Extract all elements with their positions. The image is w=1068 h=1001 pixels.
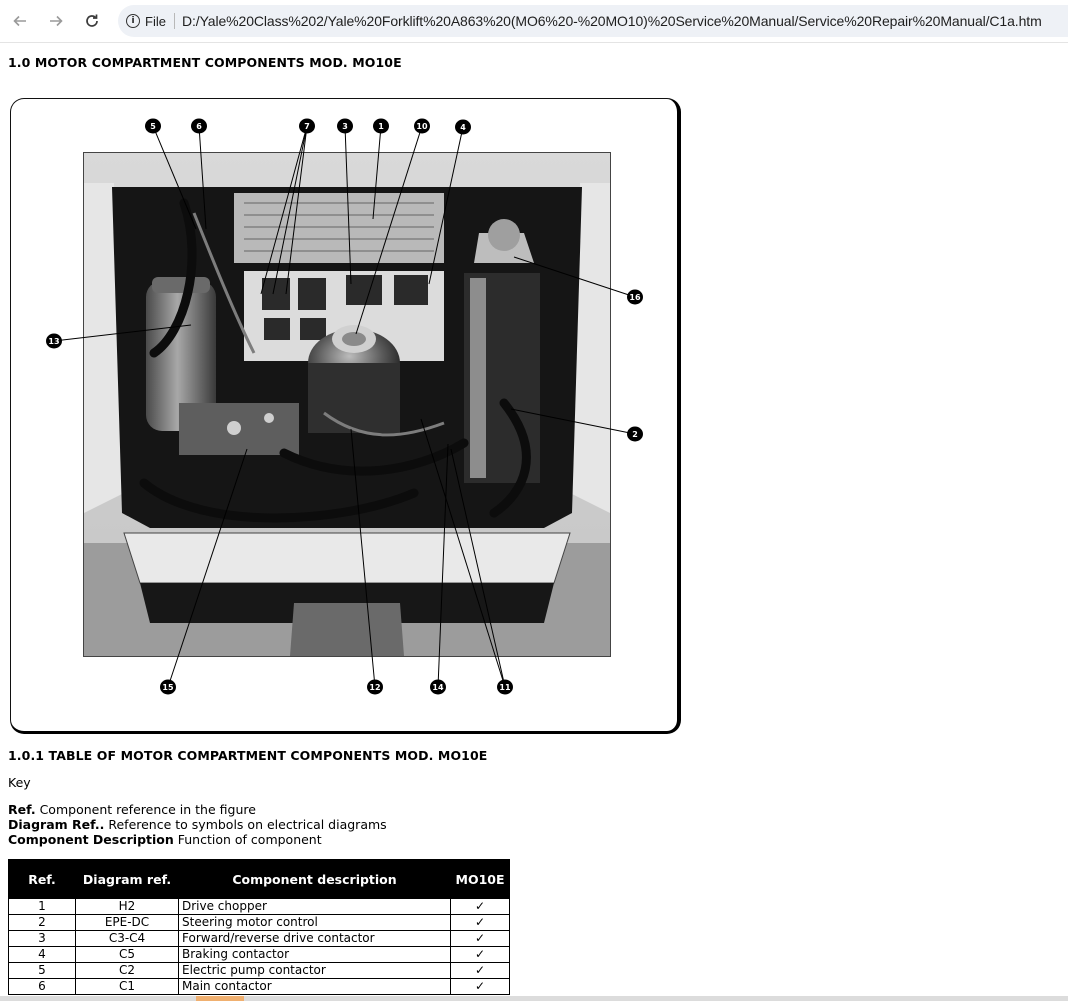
callout-2: 2 — [632, 430, 638, 439]
info-icon: i — [126, 14, 140, 28]
table-row: 2 EPE-DC Steering motor control ✓ — [8, 914, 510, 931]
cell-ref: 1 — [8, 898, 76, 915]
figure-frame: 5 6 7 3 1 10 4 16 13 2 15 12 14 11 — [10, 98, 681, 734]
check-icon: ✓ — [450, 946, 510, 963]
cell-diagram: H2 — [75, 898, 179, 915]
horizontal-scrollbar[interactable] — [0, 996, 1068, 1001]
key-definitions: Ref. Component reference in the figure D… — [8, 802, 387, 847]
check-icon: ✓ — [450, 930, 510, 947]
key-label: Key — [8, 775, 31, 790]
callout-3: 3 — [342, 122, 348, 131]
cell-ref: 2 — [8, 914, 76, 931]
arrow-left-icon — [13, 15, 26, 27]
cell-ref: 4 — [8, 946, 76, 963]
cell-ref: 3 — [8, 930, 76, 947]
table-row: 3 C3-C4 Forward/reverse drive contactor … — [8, 930, 510, 947]
cell-description: Drive chopper — [178, 898, 451, 915]
cell-diagram: C1 — [75, 978, 179, 995]
callout-6: 6 — [196, 122, 202, 131]
header-diagram-ref: Diagram ref. — [75, 859, 179, 899]
check-icon: ✓ — [450, 914, 510, 931]
callout-badges — [46, 118, 643, 695]
scheme-label: File — [145, 13, 166, 29]
browser-toolbar: i File D:/Yale%20Class%202/Yale%20Forkli… — [0, 0, 1068, 43]
callout-overlay: 5 6 7 3 1 10 4 16 13 2 15 12 14 11 — [46, 118, 643, 695]
arrow-right-icon — [50, 15, 63, 27]
definition-text: Function of component — [173, 832, 322, 847]
check-icon: ✓ — [450, 962, 510, 979]
cell-description: Main contactor — [178, 978, 451, 995]
address-bar[interactable]: i File D:/Yale%20Class%202/Yale%20Forkli… — [118, 5, 1068, 37]
definition-term: Diagram Ref.. — [8, 817, 105, 832]
cell-diagram: EPE-DC — [75, 914, 179, 931]
cell-diagram: C3-C4 — [75, 930, 179, 947]
check-icon: ✓ — [450, 898, 510, 915]
cell-description: Forward/reverse drive contactor — [178, 930, 451, 947]
header-ref: Ref. — [8, 859, 76, 899]
callout-12: 12 — [369, 683, 380, 692]
header-model: MO10E — [450, 859, 510, 899]
cell-ref: 6 — [8, 978, 76, 995]
table-row: 4 C5 Braking contactor ✓ — [8, 946, 510, 963]
reload-icon — [86, 14, 98, 27]
table-row: 6 C1 Main contactor ✓ — [8, 978, 510, 995]
callout-14: 14 — [432, 683, 444, 692]
definition-description: Component Description Function of compon… — [8, 832, 387, 847]
components-table: Ref. Diagram ref. Component description … — [8, 859, 510, 995]
callout-7: 7 — [304, 122, 310, 131]
cell-ref: 5 — [8, 962, 76, 979]
forward-button[interactable] — [44, 9, 68, 33]
definition-term: Ref. — [8, 802, 36, 817]
scrollbar-thumb[interactable] — [196, 996, 244, 1001]
header-description: Component description — [178, 859, 451, 899]
definition-text: Reference to symbols on electrical diagr… — [104, 817, 387, 832]
reload-button[interactable] — [80, 9, 104, 33]
chip-divider — [174, 13, 175, 29]
cell-diagram: C2 — [75, 962, 179, 979]
callout-15: 15 — [162, 683, 174, 692]
table-header-row: Ref. Diagram ref. Component description … — [8, 859, 510, 899]
table-title: 1.0.1 TABLE OF MOTOR COMPARTMENT COMPONE… — [8, 748, 488, 763]
page-title: 1.0 MOTOR COMPARTMENT COMPONENTS MOD. MO… — [8, 55, 402, 70]
cell-diagram: C5 — [75, 946, 179, 963]
cell-description: Braking contactor — [178, 946, 451, 963]
definition-ref: Ref. Component reference in the figure — [8, 802, 387, 817]
callout-5: 5 — [150, 122, 156, 131]
site-info-chip[interactable]: i File — [126, 9, 166, 33]
callout-1: 1 — [378, 122, 384, 131]
table-row: 1 H2 Drive chopper ✓ — [8, 898, 510, 915]
callout-13: 13 — [48, 337, 59, 346]
callout-16: 16 — [629, 293, 641, 302]
definition-diagram-ref: Diagram Ref.. Reference to symbols on el… — [8, 817, 387, 832]
callout-10: 10 — [416, 122, 428, 131]
url-text[interactable]: D:/Yale%20Class%202/Yale%20Forklift%20A8… — [182, 5, 1042, 37]
callout-4: 4 — [460, 123, 466, 132]
definition-term: Component Description — [8, 832, 174, 847]
check-icon: ✓ — [450, 978, 510, 995]
table-row: 5 C2 Electric pump contactor ✓ — [8, 962, 510, 979]
cell-description: Electric pump contactor — [178, 962, 451, 979]
cell-description: Steering motor control — [178, 914, 451, 931]
back-button[interactable] — [8, 9, 32, 33]
callout-11: 11 — [499, 683, 511, 692]
definition-text: Component reference in the figure — [35, 802, 256, 817]
